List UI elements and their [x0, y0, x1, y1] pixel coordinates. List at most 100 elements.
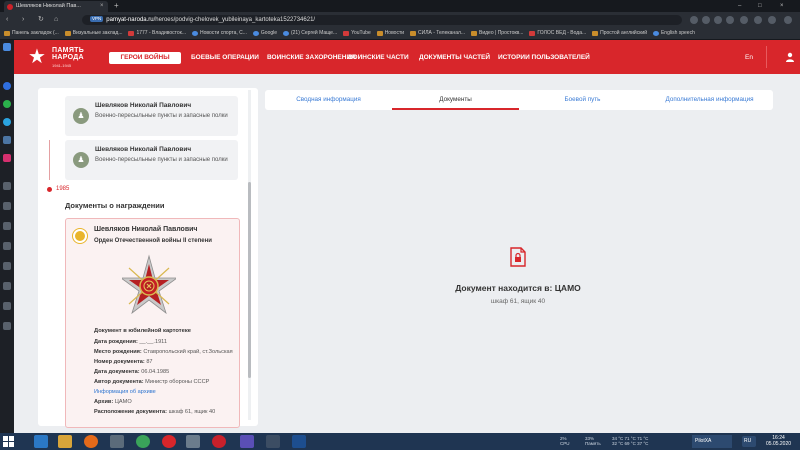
logo-years: 1941-1945 — [52, 63, 72, 68]
vpn-badge[interactable]: VPN — [90, 16, 104, 22]
back-button[interactable]: ‹ — [6, 15, 8, 25]
bookmark-item[interactable]: ГОЛОС ВЕД - Вода... — [529, 28, 586, 39]
bookmark-item[interactable]: Визуальные заклад... — [64, 28, 123, 39]
row-label: Автор документа: — [94, 379, 144, 385]
downloads-icon[interactable] — [3, 282, 11, 290]
opera-icon[interactable] — [162, 435, 176, 448]
user-icon[interactable] — [785, 52, 795, 62]
snapshots-icon[interactable] — [3, 242, 11, 250]
whatsapp-icon[interactable] — [3, 100, 11, 108]
language-indicator[interactable]: RU — [742, 436, 756, 447]
tab-summary[interactable]: Сводная информация — [265, 90, 392, 110]
left-panel-scroll-thumb[interactable] — [248, 182, 251, 378]
messenger-icon[interactable] — [3, 82, 11, 90]
tray-ram: 33% Память — [585, 436, 601, 446]
row-label: Дата документа: — [94, 369, 140, 375]
firefox-icon[interactable] — [84, 435, 98, 448]
app-gear-icon[interactable] — [240, 435, 254, 448]
site-logo[interactable]: ПАМЯТЬ НАРОДА — [52, 47, 84, 61]
extensions-icon[interactable] — [3, 302, 11, 310]
bookmark-item[interactable]: 1777 - Владивосток... — [128, 28, 186, 39]
bookmark-item[interactable]: Новости спорта, С... — [191, 28, 247, 39]
player-icon[interactable] — [3, 182, 11, 190]
soldiers-icon: ♟ — [73, 108, 89, 124]
bookmark-item[interactable]: English speech — [652, 28, 695, 39]
bookmark-item[interactable]: Google — [252, 28, 277, 39]
header-divider — [766, 46, 767, 68]
reload-button[interactable]: ↻ — [38, 15, 44, 25]
bookmark-item[interactable]: Панель закладок (... — [4, 28, 59, 39]
document-location-title: Документ находится в: ЦАМО — [455, 283, 581, 293]
bookmark-item[interactable]: Простой английский — [592, 28, 647, 39]
url-path: /heroes/podvig-chelovek_yubileinaya_kart… — [153, 17, 316, 23]
nav-operations[interactable]: БОЕВЫЕ ОПЕРАЦИИ — [191, 52, 259, 64]
home-button[interactable]: ⌂ — [54, 15, 58, 25]
telegram-icon[interactable] — [3, 118, 11, 126]
record-card[interactable]: ♟ Шевляков Николай Павлович Военно-перес… — [65, 96, 238, 136]
tab-additional-info[interactable]: Дополнительная информация — [646, 90, 773, 110]
nav-heroes[interactable]: ГЕРОИ ВОЙНЫ — [109, 52, 181, 64]
speed-dial-icon[interactable] — [3, 43, 11, 51]
language-label: RU — [744, 438, 752, 444]
extension-icon[interactable] — [726, 16, 734, 24]
row-value: Министр обороны СССР — [145, 379, 210, 385]
app-icon[interactable] — [186, 435, 200, 448]
award-row-doc-number: Номер документа: 87 — [94, 359, 153, 365]
browser-sidebar — [0, 40, 14, 433]
award-card[interactable] — [65, 218, 240, 428]
new-tab-button[interactable]: + — [114, 0, 119, 11]
bookmarks-icon[interactable] — [3, 222, 11, 230]
file-explorer-icon[interactable] — [58, 435, 72, 448]
browser-tab[interactable]: Шевляков Николай Пав... × — [4, 1, 108, 12]
row-label: Архив: — [94, 399, 114, 405]
instagram-icon[interactable] — [3, 154, 11, 162]
vk-icon[interactable] — [3, 136, 11, 144]
opera-active-icon[interactable] — [212, 435, 226, 448]
tab-combat-path[interactable]: Боевой путь — [519, 90, 646, 110]
record-type: Военно-пересыльные пункты и запасные пол… — [95, 157, 228, 163]
logo-star-icon[interactable]: ★ — [26, 46, 48, 68]
settings-gear-icon[interactable] — [3, 322, 11, 330]
row-value: __.__.1911 — [139, 339, 167, 345]
nav-units[interactable]: ВОИНСКИЕ ЧАСТИ — [348, 52, 409, 64]
bookmark-item[interactable]: СИЛА - Телеканал... — [410, 28, 465, 39]
extension-icon[interactable] — [690, 16, 698, 24]
url-field[interactable]: VPN pamyat-naroda.ru/heroes/podvig-chelov… — [82, 15, 682, 25]
locked-document-icon — [510, 247, 526, 267]
windows-start-icon[interactable] — [3, 436, 14, 447]
language-switch[interactable]: En — [745, 52, 753, 64]
record-card[interactable]: ♟ Шевляков Николай Павлович Военно-перес… — [65, 140, 238, 180]
bookmark-item[interactable]: Новости — [376, 28, 404, 39]
window-close-button[interactable]: × — [780, 0, 784, 12]
tab-title: Шевляков Николай Пав... — [16, 3, 81, 9]
system-clock[interactable]: 16:24 05.05.2020 — [766, 435, 791, 447]
nav-histories[interactable]: ИСТОРИИ ПОЛЬЗОВАТЕЛЕЙ — [498, 52, 590, 64]
nav-burials[interactable]: ВОИНСКИЕ ЗАХОРОНЕНИЯ — [267, 52, 356, 64]
section-title: Документы о награждении — [65, 201, 165, 210]
app-icon[interactable] — [110, 435, 124, 448]
photoshop-icon[interactable] — [292, 435, 306, 448]
bookmark-item[interactable]: Видео | Простокв... — [471, 28, 523, 39]
ie-icon[interactable] — [34, 435, 48, 448]
window-maximize-button[interactable]: □ — [758, 0, 762, 12]
chrome-icon[interactable] — [136, 435, 150, 448]
tab-documents[interactable]: Документы — [392, 90, 519, 110]
extension-icon[interactable] — [740, 16, 748, 24]
tab-close-icon[interactable]: × — [100, 1, 104, 12]
archive-info-link[interactable]: Информация об архиве — [94, 389, 156, 395]
history-icon[interactable] — [3, 262, 11, 270]
extension-icon[interactable] — [714, 16, 722, 24]
extension-icon[interactable] — [768, 16, 776, 24]
active-app-button[interactable]: PilotXA — [692, 435, 732, 448]
forward-button[interactable]: › — [22, 15, 24, 25]
news-icon[interactable] — [3, 202, 11, 210]
bookmark-item[interactable]: (21) Сергей Маще... — [282, 28, 337, 39]
extension-icon[interactable] — [754, 16, 762, 24]
extension-icon[interactable] — [702, 16, 710, 24]
app-icon[interactable] — [266, 435, 280, 448]
nav-documents[interactable]: ДОКУМЕНТЫ ЧАСТЕЙ — [419, 52, 490, 64]
window-minimize-button[interactable]: – — [738, 0, 741, 12]
browser-menu-icon[interactable] — [784, 16, 792, 24]
record-name: Шевляков Николай Павлович — [95, 146, 192, 153]
bookmark-item[interactable]: YouTube — [343, 28, 371, 39]
